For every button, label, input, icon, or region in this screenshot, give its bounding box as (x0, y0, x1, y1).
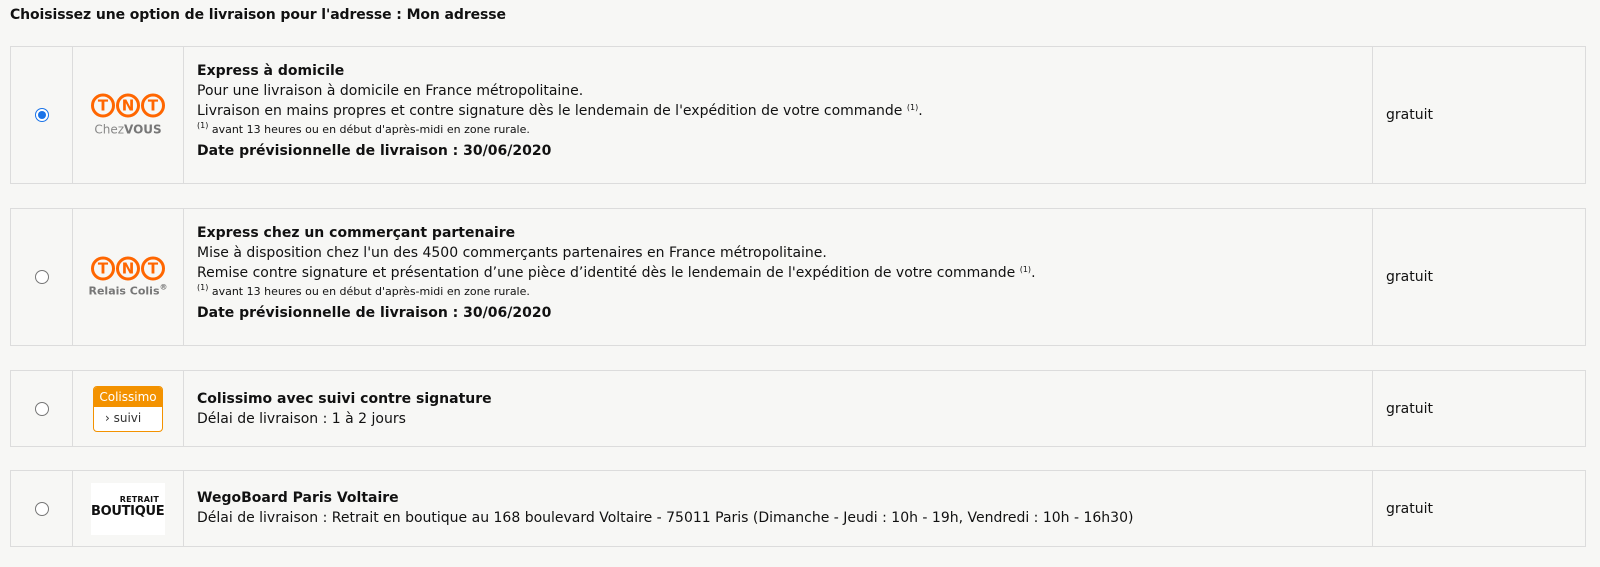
option-title: Express chez un commerçant partenaire (197, 225, 516, 241)
option-description-cell: Express chez un commerçant partenaire Mi… (184, 209, 1373, 345)
option-radio-cell[interactable] (11, 471, 73, 546)
option-description-line-with-footnote: Livraison en mains propres et contre sig… (197, 101, 1364, 121)
option-description: WegoBoard Paris Voltaire Délai de livrai… (197, 488, 1364, 528)
registered-mark: ® (159, 282, 168, 292)
option-price: gratuit (1386, 400, 1433, 417)
option-logo-cell: RETRAIT BOUTIQUE (73, 471, 184, 546)
tnt-chezvous-logo: T N T ChezVOUS (86, 93, 170, 137)
delivery-option-colissimo[interactable]: Colissimo › suivi Colissimo avec suivi c… (10, 370, 1586, 447)
delivery-options-page: Choisissez une option de livraison pour … (0, 0, 1600, 567)
option-description: Express à domicile Pour une livraison à … (197, 61, 1364, 161)
delivery-option-boutique[interactable]: RETRAIT BOUTIQUE WegoBoard Paris Voltair… (10, 470, 1586, 547)
delivery-radio-button[interactable] (35, 501, 49, 516)
footnote-text: avant 13 heures ou en début d'après-midi… (211, 123, 530, 136)
tnt-service-prefix: Chez (94, 122, 124, 137)
tnt-letter: N (116, 93, 140, 118)
tnt-letter: T (91, 93, 115, 118)
tnt-service-name: ChezVOUS (86, 123, 170, 137)
option-footnote: (1) avant 13 heures ou en début d'après-… (197, 121, 1364, 139)
option-description-line: Délai de livraison : Retrait en boutique… (197, 510, 1134, 526)
footnote-marker: (1) (197, 121, 209, 130)
relais-colis-label: Relais Colis (88, 284, 160, 298)
estimated-delivery-date: Date prévisionnelle de livraison : 30/06… (197, 305, 552, 321)
colissimo-logo-bottom: › suivi (105, 410, 142, 425)
option-price-cell: gratuit (1373, 371, 1585, 446)
option-logo-cell: Colissimo › suivi (73, 371, 184, 446)
option-description-line: Délai de livraison : 1 à 2 jours (197, 411, 406, 427)
option-description-line: Remise contre signature et présentation … (197, 265, 1016, 281)
colissimo-logo-top: Colissimo (94, 386, 162, 407)
option-description-line-with-footnote: Remise contre signature et présentation … (197, 263, 1364, 283)
option-title: Colissimo avec suivi contre signature (197, 391, 492, 407)
delivery-radio-button[interactable] (35, 401, 49, 416)
tnt-letter-circles: T N T (86, 256, 170, 281)
option-description-line: Pour une livraison à domicile en France … (197, 83, 584, 99)
tnt-letter: T (141, 256, 165, 281)
sentence-end: . (1031, 265, 1036, 281)
option-title: WegoBoard Paris Voltaire (197, 490, 399, 506)
footnote-marker: (1) (1019, 265, 1032, 274)
option-description-cell: WegoBoard Paris Voltaire Délai de livrai… (184, 471, 1373, 546)
estimated-delivery-date: Date prévisionnelle de livraison : 30/06… (197, 143, 552, 159)
delivery-radio-button[interactable] (35, 270, 49, 284)
footnote-text: avant 13 heures ou en début d'après-midi… (211, 285, 530, 298)
option-description-line: Livraison en mains propres et contre sig… (197, 103, 903, 119)
option-logo-cell: T N T Relais Colis® (73, 209, 184, 345)
tnt-letter: T (141, 93, 165, 118)
boutique-label: BOUTIQUE (91, 503, 165, 519)
option-price: gratuit (1386, 500, 1433, 517)
option-footnote: (1) avant 13 heures ou en début d'après-… (197, 283, 1364, 301)
option-description: Colissimo avec suivi contre signature Dé… (197, 389, 1364, 429)
option-description-cell: Express à domicile Pour une livraison à … (184, 47, 1373, 183)
option-description-line: Mise à disposition chez l'un des 4500 co… (197, 245, 827, 261)
option-title: Express à domicile (197, 63, 345, 79)
relais-colis-name: Relais Colis® (86, 282, 170, 298)
option-description: Express chez un commerçant partenaire Mi… (197, 223, 1364, 323)
delivery-address-heading: Choisissez une option de livraison pour … (10, 7, 506, 23)
option-description-cell: Colissimo avec suivi contre signature Dé… (184, 371, 1373, 446)
option-price-cell: gratuit (1373, 471, 1585, 546)
tnt-letter: T (91, 256, 115, 281)
tnt-letter-circles: T N T (86, 93, 170, 118)
option-price-cell: gratuit (1373, 47, 1585, 183)
footnote-marker: (1) (906, 103, 919, 112)
option-price-cell: gratuit (1373, 209, 1585, 345)
option-radio-cell[interactable] (11, 47, 73, 183)
footnote-marker: (1) (197, 283, 209, 292)
option-price: gratuit (1386, 269, 1433, 285)
option-radio-cell[interactable] (11, 371, 73, 446)
retrait-boutique-logo: RETRAIT BOUTIQUE (91, 482, 165, 535)
delivery-radio-button[interactable] (35, 108, 49, 122)
tnt-service-suffix: VOUS (124, 122, 162, 137)
tnt-letter: N (116, 256, 140, 281)
tnt-relais-colis-logo: T N T Relais Colis® (86, 256, 170, 298)
delivery-option-express-domicile[interactable]: T N T ChezVOUS Express à domicile Pour u… (10, 46, 1586, 184)
option-logo-cell: T N T ChezVOUS (73, 47, 184, 183)
option-price: gratuit (1386, 107, 1433, 123)
delivery-option-express-partner[interactable]: T N T Relais Colis® Express chez un comm… (10, 208, 1586, 346)
colissimo-suivi-logo: Colissimo › suivi (93, 385, 163, 432)
sentence-end: . (918, 103, 923, 119)
option-radio-cell[interactable] (11, 209, 73, 345)
